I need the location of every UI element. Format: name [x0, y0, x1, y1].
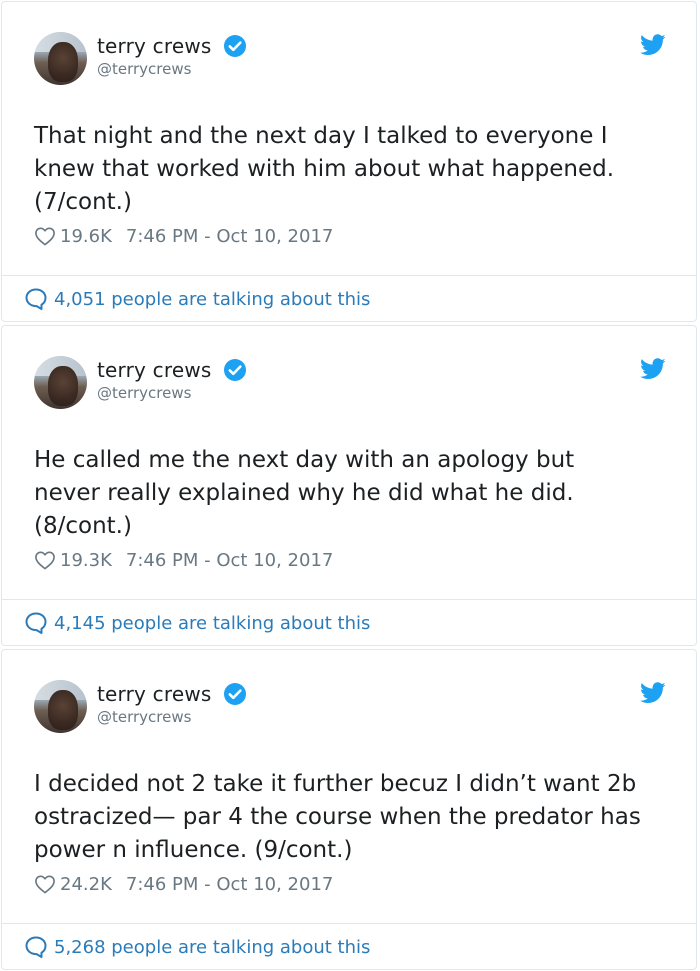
speech-bubble-icon — [25, 936, 47, 958]
tweet-meta: 19.6K 7:46 PM - Oct 10, 2017 — [34, 224, 333, 248]
heart-icon[interactable] — [34, 874, 56, 894]
conversation-link[interactable]: 4,145 people are talking about this — [24, 611, 370, 635]
talking-count[interactable]: 4,145 people are talking about this — [54, 613, 370, 634]
tweet-card: terry crews @terrycrews He called me the… — [1, 325, 697, 646]
verified-badge-icon — [224, 683, 246, 705]
divider — [2, 923, 696, 924]
author-name[interactable]: terry crews — [97, 358, 212, 382]
talking-count[interactable]: 4,051 people are talking about this — [54, 289, 370, 310]
conversation-link[interactable]: 4,051 people are talking about this — [24, 287, 370, 311]
heart-icon[interactable] — [34, 550, 56, 570]
twitter-bird-icon[interactable] — [640, 682, 666, 704]
timestamp[interactable]: 7:46 PM - Oct 10, 2017 — [126, 874, 333, 895]
speech-bubble-icon — [25, 612, 47, 634]
tweet-card: terry crews @terrycrews That night and t… — [1, 1, 697, 322]
avatar[interactable] — [34, 356, 87, 409]
author-name[interactable]: terry crews — [97, 34, 212, 58]
author-handle[interactable]: @terrycrews — [97, 384, 191, 402]
talking-count[interactable]: 5,268 people are talking about this — [54, 937, 370, 958]
verified-badge-icon — [224, 359, 246, 381]
like-count[interactable]: 19.3K — [60, 550, 112, 571]
timestamp[interactable]: 7:46 PM - Oct 10, 2017 — [126, 550, 333, 571]
like-count[interactable]: 24.2K — [60, 874, 112, 895]
tweet-text: I decided not 2 take it further becuz I … — [34, 771, 641, 863]
author-name[interactable]: terry crews — [97, 682, 212, 706]
twitter-bird-icon[interactable] — [640, 358, 666, 380]
avatar[interactable] — [34, 32, 87, 85]
timestamp[interactable]: 7:46 PM - Oct 10, 2017 — [126, 226, 333, 247]
avatar[interactable] — [34, 680, 87, 733]
tweet-card: terry crews @terrycrews I decided not 2 … — [1, 649, 697, 970]
divider — [2, 275, 696, 276]
heart-icon[interactable] — [34, 226, 56, 246]
speech-bubble-icon — [25, 288, 47, 310]
verified-badge-icon — [224, 35, 246, 57]
tweet-text: That night and the next day I talked to … — [34, 123, 615, 215]
tweet-meta: 19.3K 7:46 PM - Oct 10, 2017 — [34, 548, 333, 572]
conversation-link[interactable]: 5,268 people are talking about this — [24, 935, 370, 959]
divider — [2, 599, 696, 600]
twitter-bird-icon[interactable] — [640, 34, 666, 56]
tweet-meta: 24.2K 7:46 PM - Oct 10, 2017 — [34, 872, 333, 896]
like-count[interactable]: 19.6K — [60, 226, 112, 247]
tweet-text: He called me the next day with an apolog… — [34, 447, 575, 539]
author-handle[interactable]: @terrycrews — [97, 60, 191, 78]
author-handle[interactable]: @terrycrews — [97, 708, 191, 726]
